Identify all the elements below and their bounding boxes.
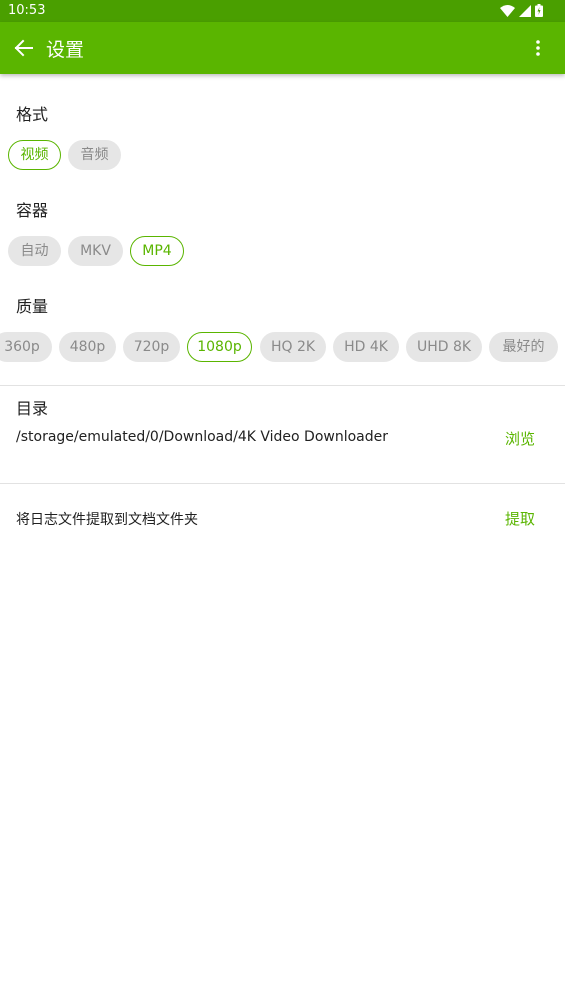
format-chip-row: 视频 音频 bbox=[0, 140, 565, 170]
extract-button[interactable]: 提取 bbox=[505, 508, 535, 529]
chip-quality-1080p[interactable]: 1080p bbox=[187, 332, 252, 362]
wifi-icon bbox=[500, 4, 515, 17]
directory-path: /storage/emulated/0/Download/4K Video Do… bbox=[16, 429, 389, 445]
chip-quality-360p[interactable]: 360p bbox=[0, 332, 52, 362]
quality-chip-row: 360p 480p 720p 1080p HQ 2K HD 4K UHD 8K … bbox=[0, 332, 565, 362]
status-icons bbox=[500, 4, 543, 17]
chip-quality-hq2k[interactable]: HQ 2K bbox=[260, 332, 326, 362]
battery-icon bbox=[535, 4, 543, 17]
chip-quality-hd4k[interactable]: HD 4K bbox=[333, 332, 399, 362]
chip-container-mp4[interactable]: MP4 bbox=[130, 236, 184, 266]
chip-quality-best[interactable]: 最好的 bbox=[489, 332, 558, 362]
divider bbox=[0, 483, 565, 484]
format-section-title: 格式 bbox=[16, 105, 49, 124]
extract-logs-label: 将日志文件提取到文档文件夹 bbox=[16, 512, 198, 528]
more-options-button[interactable] bbox=[525, 35, 551, 61]
more-vert-icon bbox=[536, 40, 540, 56]
chip-container-mkv[interactable]: MKV bbox=[68, 236, 123, 266]
chip-container-auto[interactable]: 自动 bbox=[8, 236, 61, 266]
signal-icon bbox=[519, 4, 531, 17]
directory-section-title: 目录 bbox=[16, 399, 49, 418]
status-bar: 10:53 bbox=[0, 0, 565, 22]
chip-format-audio[interactable]: 音频 bbox=[68, 140, 121, 170]
container-section-title: 容器 bbox=[16, 201, 49, 220]
quality-section-title: 质量 bbox=[16, 297, 49, 316]
chip-format-video[interactable]: 视频 bbox=[8, 140, 61, 170]
divider bbox=[0, 385, 565, 386]
chip-quality-uhd8k[interactable]: UHD 8K bbox=[406, 332, 482, 362]
page-title: 设置 bbox=[46, 39, 85, 61]
browse-button[interactable]: 浏览 bbox=[505, 428, 535, 449]
container-chip-row: 自动 MKV MP4 bbox=[0, 236, 565, 266]
back-button[interactable] bbox=[10, 34, 38, 62]
arrow-back-icon bbox=[14, 39, 33, 57]
status-time: 10:53 bbox=[8, 3, 46, 18]
app-bar: 设置 bbox=[0, 22, 565, 74]
chip-quality-720p[interactable]: 720p bbox=[123, 332, 180, 362]
chip-quality-480p[interactable]: 480p bbox=[59, 332, 116, 362]
